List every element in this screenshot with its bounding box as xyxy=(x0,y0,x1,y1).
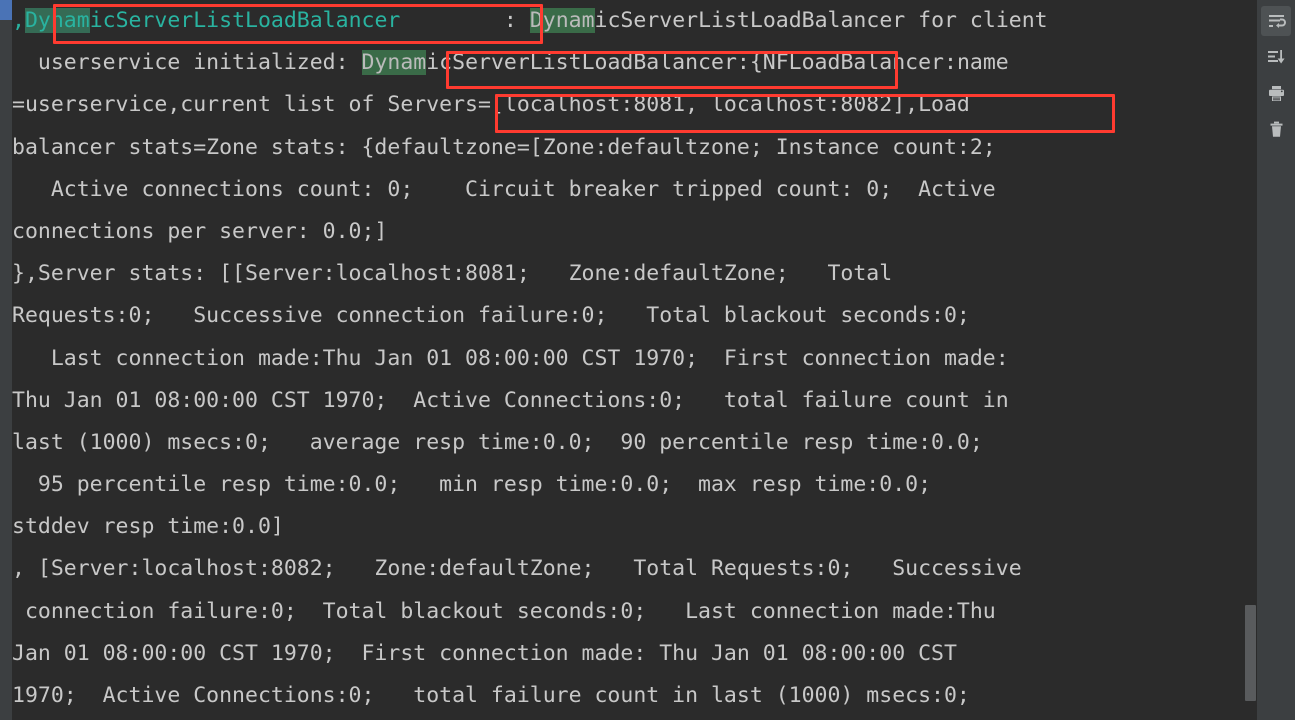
console-text-segment: =userservice,current list of Servers=[lo… xyxy=(12,92,970,118)
console-line: =userservice,current list of Servers=[lo… xyxy=(12,84,1257,126)
vertical-scrollbar-track[interactable] xyxy=(1243,0,1257,720)
console-text-segment: Last connection made:Thu Jan 01 08:00:00… xyxy=(12,345,1009,371)
console-text-segment: 1970; Active Connections:0; total failur… xyxy=(12,683,970,708)
console-text-segment: Dynam xyxy=(24,8,90,33)
console-line: , [Server:localhost:8082; Zone:defaultZo… xyxy=(12,548,1257,590)
console-line: balancer stats=Zone stats: {defaultzone=… xyxy=(12,127,1257,169)
console-line: },Server stats: [[Server:localhost:8081;… xyxy=(12,253,1257,295)
console-line: 95 percentile resp time:0.0; min resp ti… xyxy=(12,464,1257,506)
soft-wrap-button[interactable] xyxy=(1261,6,1291,36)
console-line: connections per server: 0.0;] xyxy=(12,211,1257,253)
soft-wrap-icon xyxy=(1267,12,1286,31)
console-text-segment: , xyxy=(12,8,25,33)
scroll-to-end-icon xyxy=(1267,48,1286,67)
print-button[interactable] xyxy=(1261,78,1291,108)
console-text-segment: Active connections count: 0; Circuit bre… xyxy=(12,176,996,202)
console-log-text[interactable]: ,DynamicServerListLoadBalancer : Dynamic… xyxy=(12,0,1257,717)
console-text-segment: stddev resp time:0.0] xyxy=(12,514,284,540)
console-toolbar xyxy=(1257,0,1295,720)
console-line: userservice initialized: DynamicServerLi… xyxy=(12,42,1257,84)
vertical-scrollbar-thumb[interactable] xyxy=(1245,605,1256,701)
console-text-segment: last (1000) msecs:0; average resp time:0… xyxy=(12,429,983,455)
console-window: ,DynamicServerListLoadBalancer : Dynamic… xyxy=(0,0,1295,720)
console-text-segment: icServerListLoadBalancer for client xyxy=(594,8,1048,33)
trash-icon xyxy=(1267,120,1286,139)
console-text-segment: userservice initialized: xyxy=(12,50,362,76)
console-output-panel[interactable]: ,DynamicServerListLoadBalancer : Dynamic… xyxy=(12,0,1257,720)
console-text-segment: 95 percentile resp time:0.0; min resp ti… xyxy=(12,472,932,498)
scroll-to-end-button[interactable] xyxy=(1261,42,1291,72)
console-text-segment: balancer stats=Zone stats: {defaultzone=… xyxy=(12,134,996,160)
console-text-segment: icServerListLoadBalancer xyxy=(89,8,401,33)
console-line: ,DynamicServerListLoadBalancer : Dynamic… xyxy=(12,0,1257,42)
console-text-segment: Thu Jan 01 08:00:00 CST 1970; Active Con… xyxy=(12,387,1009,413)
console-text-segment: : xyxy=(400,8,530,33)
console-text-segment: icServerListLoadBalancer:{NFLoadBalancer… xyxy=(426,50,1009,76)
console-line: Active connections count: 0; Circuit bre… xyxy=(12,169,1257,211)
console-line: Thu Jan 01 08:00:00 CST 1970; Active Con… xyxy=(12,380,1257,422)
console-line: Last connection made:Thu Jan 01 08:00:00… xyxy=(12,338,1257,380)
clear-all-button[interactable] xyxy=(1261,114,1291,144)
changed-lines-marker[interactable] xyxy=(0,0,12,20)
console-text-segment: Dynam xyxy=(361,50,427,76)
console-line: connection failure:0; Total blackout sec… xyxy=(12,591,1257,633)
console-line: stddev resp time:0.0] xyxy=(12,506,1257,548)
console-line: 1970; Active Connections:0; total failur… xyxy=(12,675,1257,717)
console-line: Requests:0; Successive connection failur… xyxy=(12,295,1257,337)
console-line: last (1000) msecs:0; average resp time:0… xyxy=(12,422,1257,464)
console-text-segment: },Server stats: [[Server:localhost:8081;… xyxy=(12,261,893,287)
console-text-segment: connections per server: 0.0;] xyxy=(12,218,388,244)
console-line: Jan 01 08:00:00 CST 1970; First connecti… xyxy=(12,633,1257,675)
console-text-segment: Jan 01 08:00:00 CST 1970; First connecti… xyxy=(12,640,957,666)
console-text-segment: , [Server:localhost:8082; Zone:defaultZo… xyxy=(12,556,1022,582)
print-icon xyxy=(1267,84,1286,103)
console-text-segment: connection failure:0; Total blackout sec… xyxy=(12,598,996,624)
console-text-segment: Requests:0; Successive connection failur… xyxy=(12,303,970,329)
editor-gutter xyxy=(0,0,12,720)
console-text-segment: Dynam xyxy=(529,8,595,33)
